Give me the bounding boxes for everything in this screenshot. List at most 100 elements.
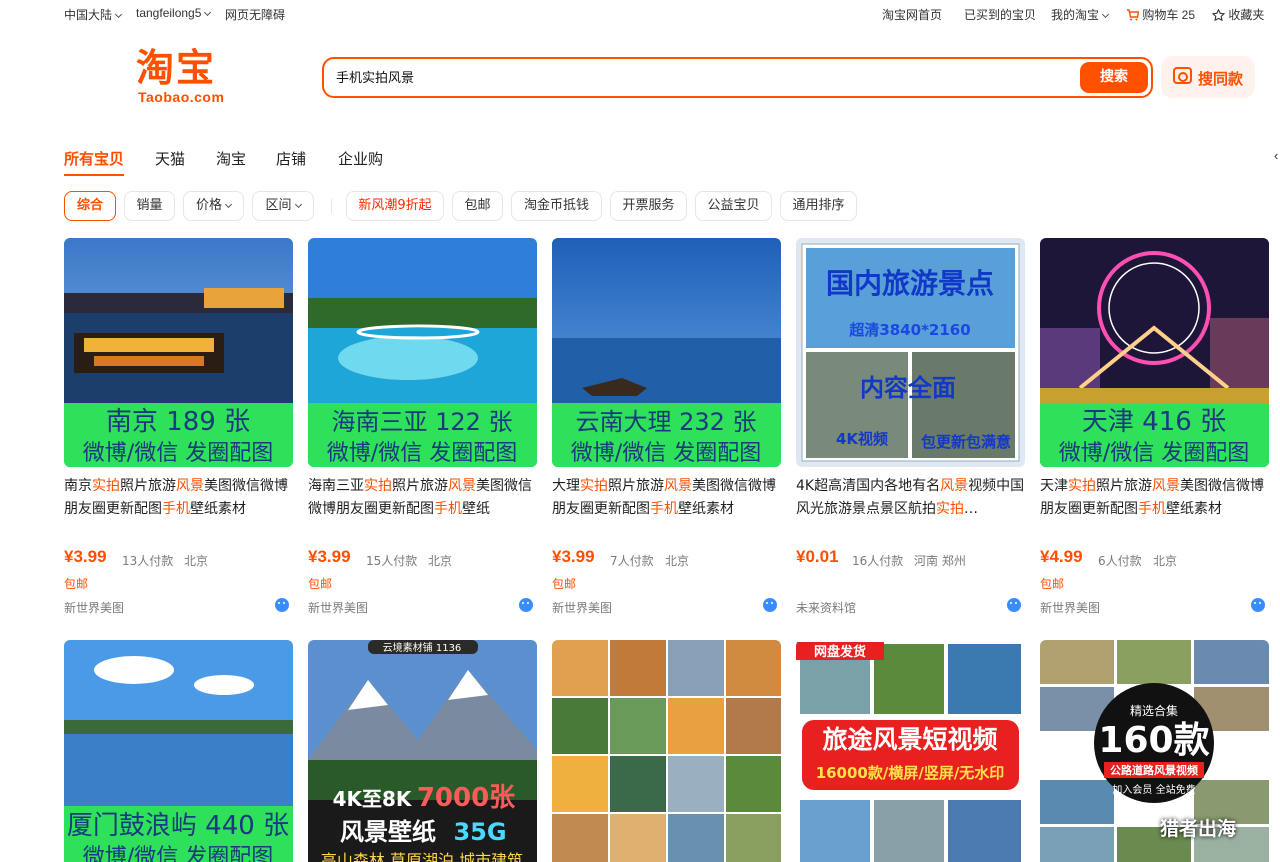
product-image[interactable]: 海南三亚 122 张 微博/微信 发圈配图	[308, 238, 537, 467]
shipping-tag: 包邮	[64, 577, 89, 591]
chat-icon[interactable]	[275, 598, 289, 612]
product-title[interactable]: 南京实拍照片旅游风景美图微信微博朋友圈更新配图手机壁纸素材	[64, 475, 293, 521]
product-image[interactable]: 天津 416 张 微博/微信 发圈配图	[1040, 238, 1269, 467]
search-box: 搜索	[322, 57, 1153, 98]
region-selector[interactable]: 中国大陆	[64, 6, 123, 23]
banner-line-1: 厦门鼓浪屿 440 张	[67, 811, 289, 841]
tab-tmall[interactable]: 天猫	[155, 148, 185, 169]
user-menu[interactable]: tangfeilong5	[136, 6, 212, 20]
product-image[interactable]: 厦门鼓浪屿 440 张 微博/微信 发圈配图	[64, 640, 293, 862]
home-link[interactable]: 淘宝网首页	[882, 6, 942, 23]
banner-line-2: 超清3840*2160	[848, 321, 970, 339]
logo-cn-text: 淘宝	[136, 46, 217, 90]
shop-name[interactable]: 新世界美图	[64, 599, 124, 616]
banner-line-1: 天津 416 张	[1082, 407, 1226, 437]
my-taobao-menu[interactable]: 我的淘宝	[1051, 6, 1110, 23]
banner-line-1: 4K至8K	[333, 787, 413, 811]
product-title[interactable]: 天津实拍照片旅游风景美图微信微博朋友圈更新配图手机壁纸素材	[1040, 475, 1269, 521]
banner-line-1: 南京 189 张	[106, 407, 250, 437]
sort-sales-button[interactable]: 销量	[124, 191, 175, 221]
chevron-down-icon	[1101, 10, 1110, 19]
product-title[interactable]: 大理实拍照片旅游风景美图微信微博朋友圈更新配图手机壁纸素材	[552, 475, 781, 521]
banner-line-1: 国内旅游景点	[826, 267, 994, 300]
banner-shop: 云境素材铺 1136	[383, 641, 462, 654]
sort-default-button[interactable]: 综合	[64, 191, 116, 221]
banner-line-4: 加入会员 全站免费	[1112, 783, 1195, 796]
general-sort-filter[interactable]: 通用排序	[780, 191, 857, 221]
product-image[interactable]: 网盘发货 旅途风景短视频 16000款/横屏/竖屏/无水印	[796, 640, 1025, 862]
cart-link[interactable]: 购物车 25	[1126, 6, 1195, 23]
tab-all[interactable]: 所有宝贝	[64, 148, 125, 176]
banner-line-2: 160款	[1098, 720, 1209, 761]
sort-price-button[interactable]: 价格	[183, 191, 244, 221]
free-shipping-filter[interactable]: 包邮	[452, 191, 503, 221]
chat-icon[interactable]	[519, 598, 533, 612]
coins-filter[interactable]: 淘金币抵钱	[511, 191, 602, 221]
product-title[interactable]: 海南三亚实拍照片旅游风景美图微信微博朋友圈更新配图手机壁纸	[308, 475, 537, 521]
product-image[interactable]: 南京 189 张 微博/微信 发圈配图	[64, 238, 293, 467]
product-location: 河南 郑州	[914, 554, 966, 568]
banner-line-2: 16000款/横屏/竖屏/无水印	[816, 764, 1005, 782]
product-location: 北京	[665, 554, 690, 568]
shop-name[interactable]: 新世界美图	[308, 599, 368, 616]
banner-line-1: 精选合集	[1130, 703, 1178, 718]
shop-name[interactable]: 新世界美图	[1040, 599, 1100, 616]
product-location: 北京	[428, 554, 453, 568]
tab-enterprise[interactable]: 企业购	[338, 148, 383, 169]
chevron-down-icon	[294, 200, 302, 209]
product-location: 北京	[1153, 554, 1178, 568]
filter-divider	[331, 199, 332, 213]
chat-icon[interactable]	[1007, 598, 1021, 612]
banner-line-2: 微博/微信 发圈配图	[571, 441, 761, 466]
chevron-down-icon	[224, 200, 233, 209]
shop-name[interactable]: 未来资料馆	[796, 599, 856, 616]
product-image[interactable]	[552, 640, 781, 862]
top-bar: 中国大陆 tangfeilong5 网页无障碍 淘宝网首页 已买到的宝贝 我的淘…	[0, 0, 1280, 28]
banner-line-1: 海南三亚 122 张	[331, 408, 512, 436]
sales-count: 16人付款	[852, 554, 904, 568]
product-price: ¥4.99	[1040, 547, 1083, 566]
banner-line-3: 公路道路风景视频	[1110, 763, 1198, 777]
product-image[interactable]: 国内旅游景点 超清3840*2160 内容全面 4K视频 包更新包满意	[796, 238, 1025, 467]
sales-count: 15人付款	[366, 554, 418, 568]
banner-line-2: 微博/微信 发圈配图	[327, 441, 517, 466]
banner-badge: 网盘发货	[814, 644, 866, 660]
taobao-logo[interactable]: 淘宝 Taobao.com	[136, 48, 236, 106]
image-search-label: 搜同款	[1198, 70, 1244, 88]
logo-en-text: Taobao.com	[138, 89, 225, 105]
banner-line-5: 高山森林 草原湖泊 城市建筑	[321, 851, 523, 862]
tab-taobao[interactable]: 淘宝	[216, 148, 246, 169]
sales-count: 6人付款	[1098, 554, 1142, 568]
favorites-link[interactable]: 收藏夹	[1211, 6, 1264, 23]
promo-filter[interactable]: 新风潮9折起	[346, 191, 444, 221]
search-button[interactable]: 搜索	[1080, 62, 1148, 93]
watermark: 猎者出海	[1160, 818, 1237, 840]
star-icon	[1211, 8, 1226, 22]
banner-line-2: 微博/微信 发圈配图	[83, 441, 273, 466]
invoice-filter[interactable]: 开票服务	[610, 191, 687, 221]
product-title[interactable]: 4K超高清国内各地有名风景视频中国风光旅游景点景区航拍实拍…	[796, 475, 1025, 521]
product-price: ¥0.01	[796, 547, 839, 566]
bought-link[interactable]: 已买到的宝贝	[964, 6, 1036, 23]
shop-name[interactable]: 新世界美图	[552, 599, 612, 616]
banner-line-2: 7000张	[417, 783, 516, 813]
product-image[interactable]: 云南大理 232 张 微博/微信 发圈配图	[552, 238, 781, 467]
banner-line-4: 35G	[453, 818, 506, 846]
chat-icon[interactable]	[763, 598, 777, 612]
cart-icon	[1127, 9, 1140, 21]
camera-icon	[1173, 67, 1192, 84]
sales-count: 7人付款	[610, 554, 654, 568]
price-range-button[interactable]: 区间	[252, 191, 314, 221]
charity-filter[interactable]: 公益宝贝	[695, 191, 772, 221]
chat-icon[interactable]	[1251, 598, 1265, 612]
tab-shops[interactable]: 店铺	[276, 148, 306, 169]
chevron-down-icon	[114, 10, 123, 19]
product-image[interactable]: 云境素材铺 1136 4K至8K 7000张 风景壁纸 35G 高山森林 草原湖…	[308, 640, 537, 862]
search-input[interactable]	[336, 69, 1036, 84]
accessibility-link[interactable]: 网页无障碍	[225, 6, 285, 23]
banner-line-1: 云南大理 232 张	[575, 408, 756, 436]
image-search-button[interactable]: 搜同款	[1161, 56, 1255, 98]
product-price: ¥3.99	[308, 547, 351, 566]
banner-line-2: 微博/微信 发圈配图	[1059, 441, 1249, 466]
scroll-indicator: ‹	[1274, 148, 1279, 163]
